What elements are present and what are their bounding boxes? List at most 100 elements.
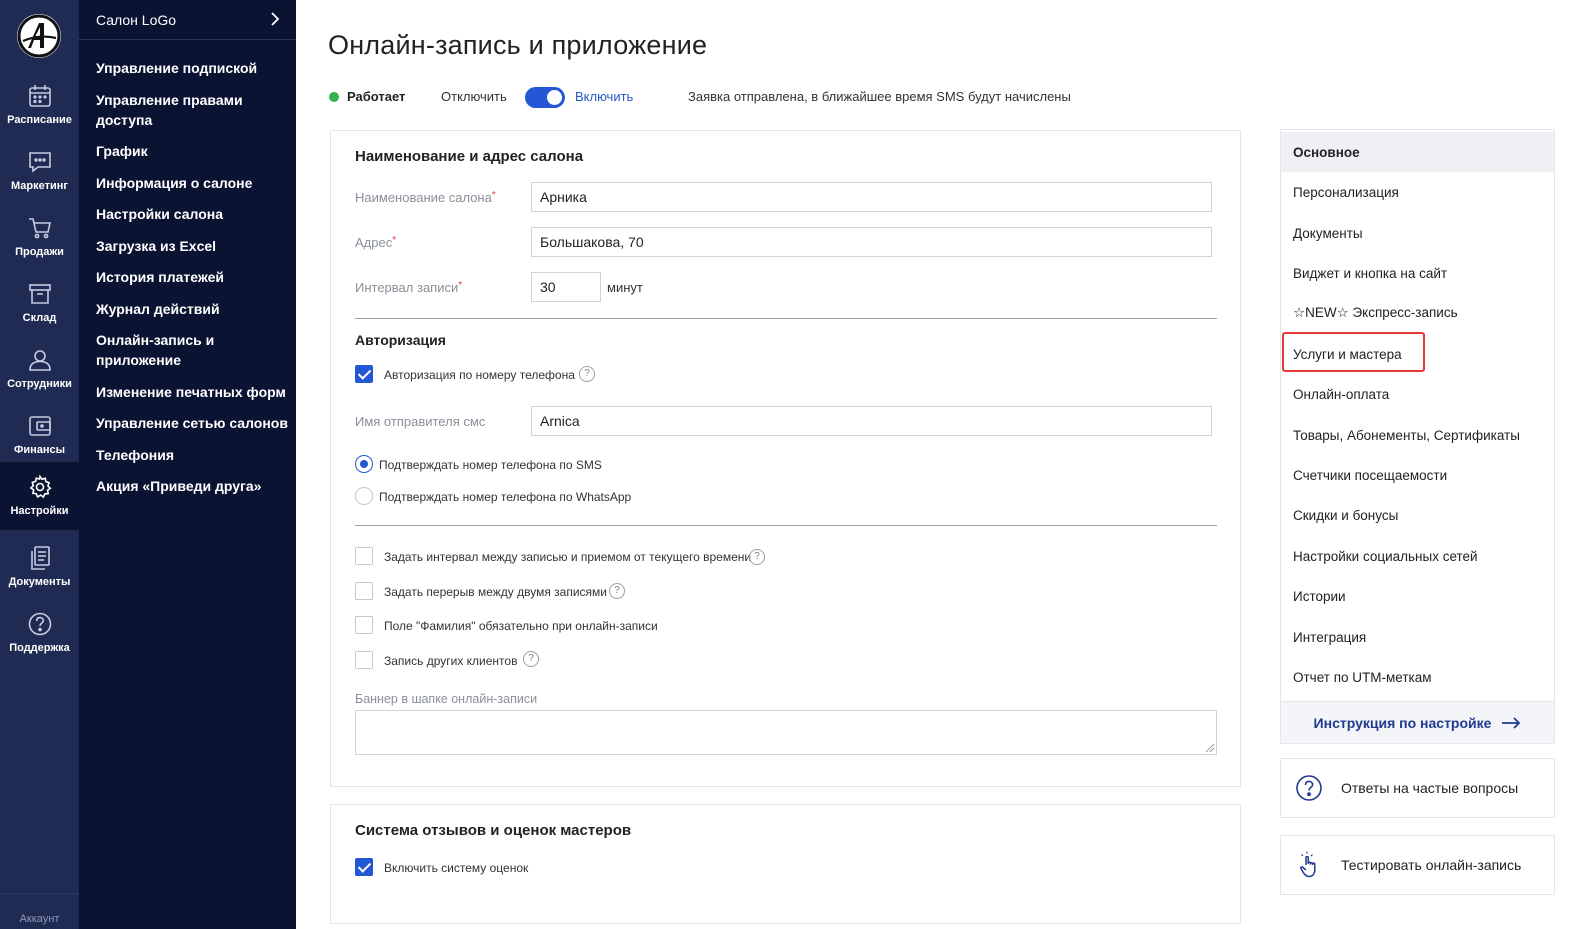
menu-item-online-booking[interactable]: Онлайн-запись и приложение	[96, 330, 288, 370]
app-logo-icon[interactable]	[17, 14, 61, 58]
booking-toggle[interactable]	[525, 87, 565, 108]
nav-item-personalization[interactable]: Персонализация	[1281, 172, 1554, 212]
phone-auth-checkbox[interactable]	[355, 365, 373, 383]
enable-label[interactable]: Включить	[575, 89, 633, 104]
nav-item-utm[interactable]: Отчет по UTM-меткам	[1281, 657, 1554, 697]
surname-required-checkbox[interactable]	[355, 616, 373, 634]
reviews-section-title: Система отзывов и оценок мастеров	[355, 822, 632, 839]
auth-section-title: Авторизация	[355, 332, 446, 348]
chat-icon	[28, 152, 51, 173]
menu-item-excel-import[interactable]: Загрузка из Excel	[96, 236, 288, 256]
confirm-whatsapp-radio[interactable]	[355, 487, 373, 505]
disable-label[interactable]: Отключить	[441, 89, 507, 104]
arrow-right-icon	[1502, 716, 1521, 729]
settings-menu: Салон LoGo Управление подпиской Управлен…	[79, 0, 296, 929]
rail-label: Расписание	[7, 114, 72, 126]
rail-item-finance[interactable]: Финансы	[0, 401, 79, 467]
rail-item-staff[interactable]: Сотрудники	[0, 335, 79, 401]
address-input[interactable]	[531, 227, 1212, 257]
rail-item-settings[interactable]: Настройки	[0, 462, 79, 530]
menu-item-salon-info[interactable]: Информация о салоне	[96, 173, 288, 193]
address-label: Адрес*	[355, 235, 397, 250]
nav-item-discounts[interactable]: Скидки и бонусы	[1281, 495, 1554, 535]
setup-guide-link[interactable]: Инструкция по настройке	[1281, 701, 1554, 743]
nav-item-integration[interactable]: Интеграция	[1281, 617, 1554, 657]
help-icon[interactable]: ?	[523, 651, 539, 667]
salon-selector[interactable]: Салон LoGo	[79, 0, 296, 40]
reviews-panel: Система отзывов и оценок мастеров Включи…	[330, 804, 1241, 924]
nav-item-express[interactable]: ☆NEW☆ Экспресс-запись	[1281, 293, 1554, 333]
nav-item-main[interactable]: Основное	[1281, 132, 1554, 172]
other-clients-checkbox[interactable]	[355, 651, 373, 669]
rail-item-marketing[interactable]: Маркетинг	[0, 137, 79, 203]
nav-item-counters[interactable]: Счетчики посещаемости	[1281, 455, 1554, 495]
account-label: Аккаунт	[19, 913, 60, 925]
cart-icon	[28, 218, 51, 239]
rail-label: Продажи	[15, 246, 64, 258]
nav-item-documents[interactable]: Документы	[1281, 213, 1554, 253]
menu-item-action-log[interactable]: Журнал действий	[96, 299, 288, 319]
rail-account[interactable]: Аккаунт	[0, 893, 79, 929]
enable-reviews-checkbox[interactable]	[355, 858, 373, 876]
help-icon[interactable]: ?	[609, 583, 625, 599]
faq-card[interactable]: Ответы на частые вопросы	[1280, 758, 1555, 818]
menu-item-payment-history[interactable]: История платежей	[96, 267, 288, 287]
confirm-sms-radio[interactable]	[355, 455, 373, 473]
nav-item-social[interactable]: Настройки социальных сетей	[1281, 536, 1554, 576]
gear-icon	[29, 474, 52, 499]
nav-item-online-payment[interactable]: Онлайн-оплата	[1281, 374, 1554, 414]
status-dot	[329, 92, 339, 102]
interval-input[interactable]	[531, 272, 601, 302]
nav-item-widget[interactable]: Виджет и кнопка на сайт	[1281, 253, 1554, 293]
resize-handle-icon[interactable]	[1206, 744, 1214, 752]
status-text: Работает	[347, 89, 406, 104]
menu-list: Управление подпиской Управление правами …	[96, 58, 288, 508]
help-icon[interactable]: ?	[749, 549, 765, 565]
rail-label: Поддержка	[9, 642, 70, 654]
sender-name-input[interactable]	[531, 406, 1212, 436]
rail-label: Маркетинг	[11, 180, 68, 192]
salon-name: Салон LoGo	[96, 11, 177, 28]
calendar-icon	[28, 85, 51, 107]
rail-item-sales[interactable]: Продажи	[0, 203, 79, 269]
break-between-checkbox[interactable]	[355, 582, 373, 600]
rail-label: Документы	[8, 576, 71, 588]
highlight-box	[1282, 332, 1425, 372]
rail-label: Настройки	[10, 505, 69, 517]
menu-item-salon-settings[interactable]: Настройки салона	[96, 204, 288, 224]
test-booking-label: Тестировать онлайн-запись	[1341, 857, 1522, 873]
phone-auth-label: Авторизация по номеру телефона	[384, 368, 575, 382]
nav-item-goods[interactable]: Товары, Абонементы, Сертификаты	[1281, 415, 1554, 455]
test-booking-card[interactable]: Тестировать онлайн-запись	[1280, 835, 1555, 895]
divider	[355, 318, 1217, 319]
rail-item-support[interactable]: Поддержка	[0, 599, 79, 665]
interval-from-now-label: Задать интервал между записью и приемом …	[384, 550, 752, 564]
menu-item-print-forms[interactable]: Изменение печатных форм	[96, 382, 288, 402]
confirm-whatsapp-label: Подтверждать номер телефона по WhatsApp	[379, 490, 632, 504]
other-clients-label: Запись других клиентов	[384, 654, 518, 668]
rail-label: Финансы	[13, 444, 66, 456]
rail-item-documents[interactable]: Документы	[0, 533, 79, 599]
faq-label: Ответы на частые вопросы	[1341, 780, 1519, 796]
banner-label: Баннер в шапке онлайн-записи	[355, 692, 538, 706]
rail-item-warehouse[interactable]: Склад	[0, 269, 79, 335]
booking-settings-panel: Наименование и адрес салона Наименование…	[330, 130, 1241, 787]
menu-item-salon-network[interactable]: Управление сетью салонов	[96, 413, 288, 433]
help-icon[interactable]: ?	[579, 366, 595, 382]
menu-item-telephony[interactable]: Телефония	[96, 445, 288, 465]
user-icon	[28, 350, 51, 371]
salon-name-input[interactable]	[531, 182, 1212, 212]
banner-textarea[interactable]	[355, 710, 1217, 755]
box-icon	[28, 284, 51, 304]
interval-from-now-checkbox[interactable]	[355, 547, 373, 565]
menu-item-schedule[interactable]: График	[96, 141, 288, 161]
rail-item-schedule[interactable]: Расписание	[0, 71, 79, 137]
nav-item-stories[interactable]: Истории	[1281, 576, 1554, 616]
menu-item-subscription[interactable]: Управление подпиской	[96, 58, 288, 78]
menu-item-access-rights[interactable]: Управление правами доступа	[96, 90, 288, 130]
interval-unit: минут	[607, 280, 643, 295]
sms-notice: Заявка отправлена, в ближайшее время SMS…	[688, 89, 1071, 104]
salon-name-label: Наименование салона*	[355, 190, 496, 205]
menu-item-referral[interactable]: Акция «Приведи друга»	[96, 476, 288, 496]
interval-label: Интервал записи*	[355, 280, 463, 295]
